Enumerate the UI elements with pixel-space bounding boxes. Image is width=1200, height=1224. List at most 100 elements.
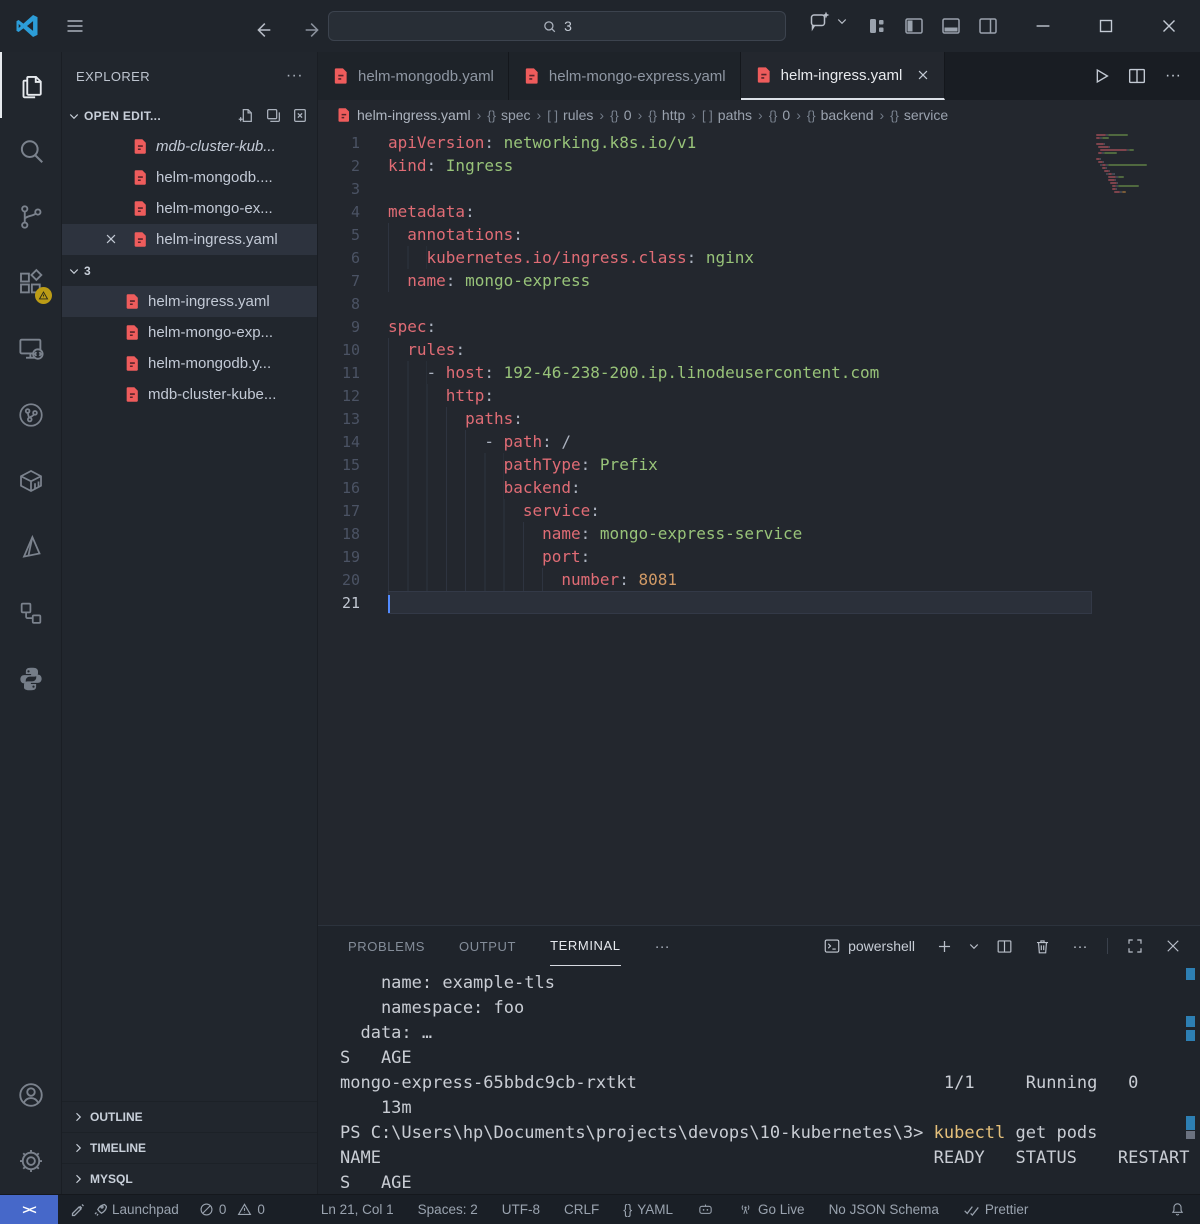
code-line[interactable]: 17 service: — [318, 499, 1200, 522]
terminal-shell-selector[interactable]: powershell — [823, 937, 915, 955]
maximize-button[interactable] — [1074, 0, 1137, 52]
copilot-button[interactable] — [808, 9, 848, 33]
prettier-status[interactable]: Prettier — [963, 1202, 1028, 1217]
breadcrumb-item[interactable]: [ ] rules — [547, 107, 593, 123]
code-line[interactable]: 14- path: / — [318, 430, 1200, 453]
launchpad-button[interactable]: Launchpad — [70, 1202, 179, 1218]
code-line[interactable]: 2 kind: Ingress — [318, 154, 1200, 177]
copilot-status-icon[interactable] — [697, 1201, 714, 1218]
remote-indicator[interactable]: >< — [0, 1194, 58, 1224]
split-terminal-icon[interactable] — [987, 929, 1021, 963]
code-line[interactable]: 13 paths: — [318, 407, 1200, 430]
breadcrumb-item[interactable]: {} spec — [487, 107, 530, 123]
circle-branch-icon[interactable] — [0, 382, 62, 448]
sidebar-section-outline[interactable]: OUTLINE — [62, 1101, 317, 1132]
terminal-output[interactable]: name: example-tls namespace: foo data: …… — [318, 966, 1200, 1194]
layout-controls-icon[interactable] — [860, 9, 894, 43]
minimap[interactable] — [1096, 134, 1188, 197]
line-col-indicator[interactable]: Ln 21, Col 1 — [321, 1202, 394, 1217]
account-icon[interactable] — [0, 1062, 62, 1128]
open-editors-header[interactable]: OPEN EDIT... — [62, 100, 317, 131]
file-item[interactable]: helm-mongodb.y... — [62, 348, 317, 379]
minimize-button[interactable] — [1011, 0, 1074, 52]
eol-indicator[interactable]: CRLF — [564, 1202, 599, 1217]
notifications-bell-icon[interactable] — [1169, 1201, 1186, 1218]
breadcrumb-item[interactable]: helm-ingress.yaml — [336, 107, 471, 123]
code-line[interactable]: 8 — [318, 292, 1200, 315]
code-line[interactable]: 10 rules: — [318, 338, 1200, 361]
save-all-icon[interactable] — [265, 107, 282, 124]
close-all-editors-icon[interactable] — [292, 107, 309, 124]
code-line[interactable]: 20 number: 8081 — [318, 568, 1200, 591]
toggle-primary-sidebar-icon[interactable] — [897, 9, 931, 43]
editor-tab[interactable]: helm-mongodb.yaml — [318, 52, 509, 100]
code-line[interactable]: 18 name: mongo-express-service — [318, 522, 1200, 545]
file-item[interactable]: helm-mongo-exp... — [62, 317, 317, 348]
explorer-more-actions-icon[interactable]: ··· — [286, 67, 303, 85]
command-center-search[interactable]: 3 — [328, 11, 786, 41]
settings-gear-icon[interactable] — [0, 1128, 62, 1194]
remote-explorer-icon[interactable] — [0, 316, 62, 382]
sidebar-section-mysql[interactable]: MYSQL — [62, 1163, 317, 1194]
code-line[interactable]: 5 annotations: — [318, 223, 1200, 246]
close-icon[interactable] — [916, 68, 930, 82]
breadcrumb-item[interactable]: {} 0 — [610, 107, 631, 123]
folder-section-header[interactable]: 3 — [62, 255, 317, 286]
panel-tab-terminal[interactable]: TERMINAL — [550, 926, 621, 966]
breadcrumb-item[interactable]: {} http — [648, 107, 685, 123]
back-arrow-icon[interactable] — [246, 13, 280, 47]
editor-tab[interactable]: helm-mongo-express.yaml — [508, 52, 741, 100]
linked-squares-icon[interactable] — [0, 580, 62, 646]
docker-container-icon[interactable] — [0, 448, 62, 514]
kill-terminal-icon[interactable] — [1025, 929, 1059, 963]
forward-arrow-icon[interactable] — [296, 13, 330, 47]
breadcrumb-item[interactable]: {} backend — [807, 107, 874, 123]
sidebar-section-timeline[interactable]: TIMELINE — [62, 1132, 317, 1163]
code-line[interactable]: 15 pathType: Prefix — [318, 453, 1200, 476]
code-line[interactable]: 11- host: 192-46-238-200.ip.linodeuserco… — [318, 361, 1200, 384]
run-file-icon[interactable] — [1086, 61, 1116, 91]
code-line[interactable]: 9 spec: — [318, 315, 1200, 338]
language-mode[interactable]: {} YAML — [623, 1202, 673, 1217]
python-icon[interactable] — [0, 646, 62, 712]
json-schema-status[interactable]: No JSON Schema — [829, 1202, 939, 1217]
close-icon[interactable] — [104, 232, 118, 246]
toggle-panel-icon[interactable] — [934, 9, 968, 43]
code-line[interactable]: 16 backend: — [318, 476, 1200, 499]
panel-more-tabs-icon[interactable]: ··· — [655, 938, 670, 955]
maximize-panel-icon[interactable] — [1118, 929, 1152, 963]
new-untitled-file-icon[interactable] — [238, 107, 255, 124]
code-line[interactable]: 4 metadata: — [318, 200, 1200, 223]
terminal-dropdown-chevron-icon[interactable] — [965, 929, 983, 963]
breadcrumb-item[interactable]: [ ] paths — [702, 107, 752, 123]
toggle-secondary-sidebar-icon[interactable] — [971, 9, 1005, 43]
editor-more-actions-icon[interactable]: ··· — [1158, 61, 1188, 91]
code-line[interactable]: 19 port: — [318, 545, 1200, 568]
extensions-icon[interactable] — [0, 250, 62, 316]
split-editor-icon[interactable] — [1122, 61, 1152, 91]
code-line[interactable]: 6 kubernetes.io/ingress.class: nginx — [318, 246, 1200, 269]
code-line[interactable]: 21 — [318, 591, 1200, 614]
close-window-button[interactable] — [1137, 0, 1200, 52]
open-editor-item[interactable]: helm-mongo-ex... — [62, 193, 317, 224]
explorer-icon[interactable] — [0, 52, 62, 118]
indentation-indicator[interactable]: Spaces: 2 — [418, 1202, 478, 1217]
breadcrumb-item[interactable]: {} 0 — [769, 107, 790, 123]
breadcrumb-item[interactable]: {} service — [890, 107, 948, 123]
code-line[interactable]: 7 name: mongo-express — [318, 269, 1200, 292]
panel-tab-problems[interactable]: PROBLEMS — [348, 926, 425, 966]
menu-hamburger-icon[interactable] — [64, 16, 86, 36]
panel-tab-output[interactable]: OUTPUT — [459, 926, 516, 966]
search-sidebar-icon[interactable] — [0, 118, 62, 184]
code-line[interactable]: 12 http: — [318, 384, 1200, 407]
problems-status[interactable]: 0 0 — [199, 1202, 265, 1217]
code-editor[interactable]: 1 apiVersion: networking.k8s.io/v1 2 kind: … — [318, 130, 1200, 925]
prisma-icon[interactable] — [0, 514, 62, 580]
editor-tab[interactable]: helm-ingress.yaml — [740, 52, 946, 100]
file-item[interactable]: mdb-cluster-kube... — [62, 379, 317, 410]
source-control-icon[interactable] — [0, 184, 62, 250]
encoding-indicator[interactable]: UTF-8 — [502, 1202, 540, 1217]
open-editor-item[interactable]: helm-mongodb.... — [62, 162, 317, 193]
code-line[interactable]: 1 apiVersion: networking.k8s.io/v1 — [318, 131, 1200, 154]
code-line[interactable]: 3 — [318, 177, 1200, 200]
